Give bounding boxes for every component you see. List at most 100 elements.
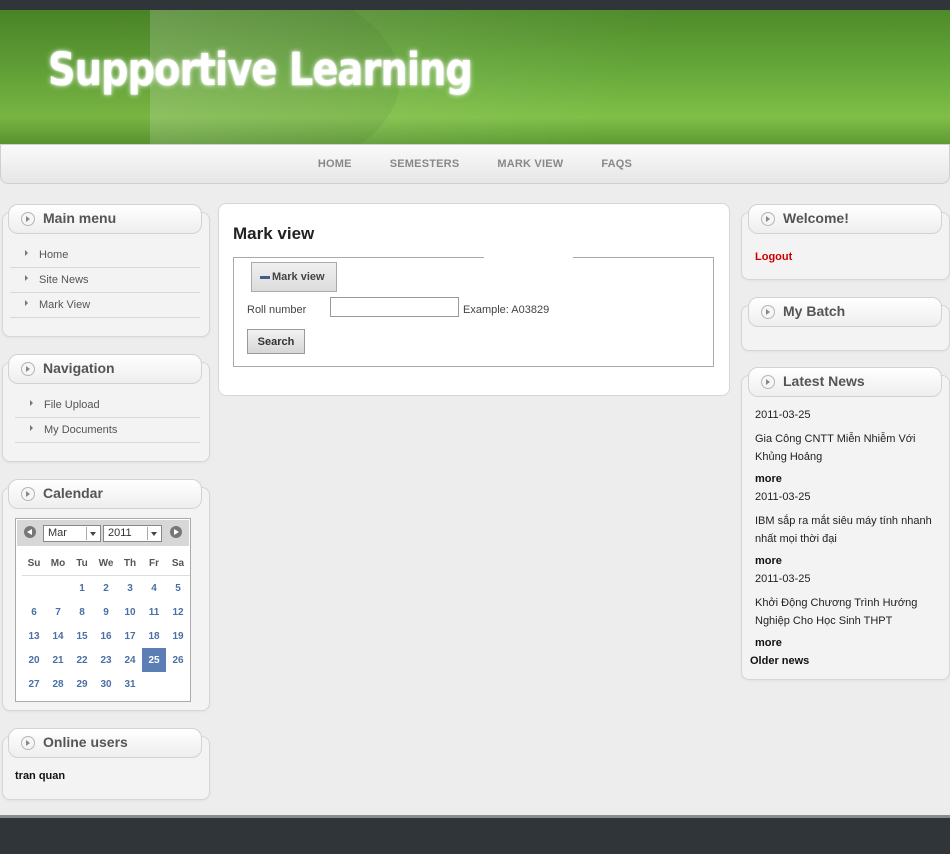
- main-menu-header: Main menu: [8, 204, 202, 234]
- mark-view-panel: Mark view Mark view Roll number Example:…: [218, 203, 730, 396]
- news-more-link[interactable]: more: [755, 637, 782, 649]
- logout-link[interactable]: Logout: [755, 251, 792, 263]
- calendar-week: 27 28 29 30 31: [22, 672, 190, 696]
- nav-mark-view[interactable]: MARK VIEW: [497, 158, 563, 170]
- legend-label: Mark view: [272, 271, 325, 283]
- calendar-day[interactable]: 31: [118, 672, 142, 696]
- calendar-day[interactable]: 11: [142, 600, 166, 624]
- next-month-icon[interactable]: [170, 526, 182, 538]
- site-title: Supportive Learning: [48, 43, 473, 96]
- collapse-minus-icon: [260, 276, 270, 279]
- collapse-icon[interactable]: [21, 212, 35, 226]
- calendar-day[interactable]: 7: [46, 600, 70, 624]
- prev-month-icon[interactable]: [24, 526, 36, 538]
- calendar-day[interactable]: 20: [22, 648, 46, 672]
- calendar-day[interactable]: 21: [46, 648, 70, 672]
- news-title[interactable]: Gia Công CNTT Miễn Nhiễm Với Khủng Hoảng: [755, 430, 940, 466]
- calendar-day[interactable]: 13: [22, 624, 46, 648]
- menu-item-home[interactable]: Home: [10, 243, 200, 268]
- year-select[interactable]: 2011: [103, 525, 162, 542]
- calendar-day[interactable]: 28: [46, 672, 70, 696]
- bullet-arrow-icon: [25, 300, 28, 306]
- calendar-empty-cell: [142, 672, 166, 696]
- menu-item-label: Site News: [39, 274, 89, 286]
- older-news-link[interactable]: Older news: [750, 655, 809, 667]
- calendar-day[interactable]: 23: [94, 648, 118, 672]
- fieldset-legend[interactable]: Mark view: [251, 262, 337, 292]
- calendar-day[interactable]: 25: [142, 648, 166, 672]
- calendar-day[interactable]: 5: [166, 576, 190, 601]
- news-title[interactable]: IBM sắp ra mắt siêu máy tính nhanh nhất …: [755, 512, 940, 548]
- header-banner: Supportive Learning: [0, 10, 950, 144]
- nav-item-my-documents[interactable]: My Documents: [15, 418, 200, 443]
- news-date: 2011-03-25: [755, 409, 811, 421]
- online-users-header: Online users: [8, 728, 202, 758]
- calendar-week: 20 21 22 23 24 25 26: [22, 648, 190, 672]
- calendar-day[interactable]: 10: [118, 600, 142, 624]
- nav-semesters[interactable]: SEMESTERS: [390, 158, 460, 170]
- menu-item-label: Home: [39, 249, 69, 261]
- calendar-day[interactable]: 26: [166, 648, 190, 672]
- calendar-day[interactable]: 4: [142, 576, 166, 601]
- collapse-icon[interactable]: [21, 487, 35, 501]
- collapse-icon[interactable]: [761, 212, 775, 226]
- calendar-day[interactable]: 9: [94, 600, 118, 624]
- news-date: 2011-03-25: [755, 573, 811, 585]
- calendar-day[interactable]: 19: [166, 624, 190, 648]
- nav-home[interactable]: HOME: [318, 158, 352, 170]
- calendar-week: 13 14 15 16 17 18 19: [22, 624, 190, 648]
- collapse-icon[interactable]: [21, 362, 35, 376]
- my-batch-title: My Batch: [783, 303, 846, 319]
- main-nav: HOME SEMESTERS MARK VIEW FAQS: [0, 144, 950, 184]
- weekday-header: Mo: [46, 551, 70, 576]
- nav-item-label: My Documents: [44, 424, 118, 436]
- calendar-day[interactable]: 16: [94, 624, 118, 648]
- collapse-icon[interactable]: [21, 736, 35, 750]
- menu-item-mark-view[interactable]: Mark View: [10, 293, 200, 318]
- nav-item-file-upload[interactable]: File Upload: [15, 393, 200, 418]
- calendar-day[interactable]: 12: [166, 600, 190, 624]
- roll-number-example: Example: A03829: [463, 304, 550, 316]
- calendar-day[interactable]: 14: [46, 624, 70, 648]
- month-select[interactable]: Mar: [43, 525, 101, 542]
- calendar-day[interactable]: 27: [22, 672, 46, 696]
- welcome-header: Welcome!: [748, 204, 942, 234]
- dropdown-arrow-icon: [147, 527, 160, 540]
- collapse-icon[interactable]: [761, 305, 775, 319]
- news-list: 2011-03-25 Gia Công CNTT Miễn Nhiễm Với …: [741, 375, 948, 678]
- calendar-controls: Mar 2011: [17, 520, 189, 546]
- calendar-widget: Mar 2011 Su Mo Tu We Th Fr Sa 1 2 3 4 5 6 7 8 9 10 11 12 1…: [15, 518, 191, 702]
- calendar-day[interactable]: 18: [142, 624, 166, 648]
- news-title[interactable]: Khởi Động Chương Trình Hướng Nghiệp Cho …: [755, 594, 940, 630]
- roll-number-input[interactable]: [330, 297, 459, 317]
- fieldset-border: [573, 257, 713, 258]
- calendar-day[interactable]: 1: [70, 576, 94, 601]
- calendar-day[interactable]: 2: [94, 576, 118, 601]
- bullet-arrow-icon: [30, 400, 33, 406]
- calendar-day[interactable]: 30: [94, 672, 118, 696]
- page-title: Mark view: [233, 224, 315, 243]
- calendar-day[interactable]: 6: [22, 600, 46, 624]
- calendar-day[interactable]: 17: [118, 624, 142, 648]
- navigation-header: Navigation: [8, 354, 202, 384]
- calendar-empty-cell: [46, 576, 70, 601]
- nav-faqs[interactable]: FAQS: [601, 158, 632, 170]
- news-date: 2011-03-25: [755, 491, 811, 503]
- calendar-day[interactable]: 8: [70, 600, 94, 624]
- news-more-link[interactable]: more: [755, 473, 782, 485]
- menu-item-site-news[interactable]: Site News: [10, 268, 200, 293]
- calendar-day[interactable]: 29: [70, 672, 94, 696]
- search-button[interactable]: Search: [247, 329, 305, 354]
- calendar-day[interactable]: 15: [70, 624, 94, 648]
- dropdown-arrow-icon: [86, 527, 99, 540]
- calendar-day[interactable]: 22: [70, 648, 94, 672]
- calendar-day[interactable]: 24: [118, 648, 142, 672]
- calendar-title: Calendar: [43, 485, 103, 501]
- online-user-name[interactable]: tran quan: [15, 770, 65, 782]
- month-value: Mar: [48, 527, 67, 539]
- weekday-header: We: [94, 551, 118, 576]
- bullet-arrow-icon: [25, 250, 28, 256]
- calendar-day[interactable]: 3: [118, 576, 142, 601]
- news-more-link[interactable]: more: [755, 555, 782, 567]
- calendar-header: Calendar: [8, 479, 202, 509]
